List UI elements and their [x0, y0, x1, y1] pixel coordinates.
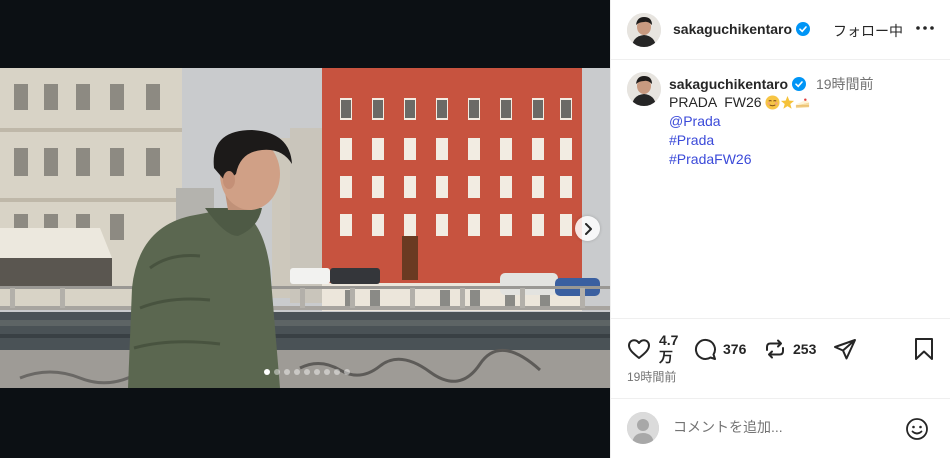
relieved-face-emoji-icon: [765, 95, 781, 110]
caption-text: PRADA FW26: [669, 94, 762, 110]
hashtag-link[interactable]: #Prada: [669, 131, 810, 150]
repost-count[interactable]: 253: [793, 341, 816, 357]
star-emoji-icon: [781, 95, 795, 109]
more-horizontal-icon[interactable]: [915, 18, 935, 38]
chevron-right-icon: [584, 222, 592, 235]
save-button[interactable]: [913, 337, 935, 361]
avatar-image: [627, 13, 661, 47]
avatar-image: [627, 72, 661, 106]
photo-image: [0, 68, 610, 388]
carousel-dot: [294, 369, 300, 375]
send-icon: [834, 339, 856, 360]
caption-username[interactable]: sakaguchikentaro: [669, 76, 788, 92]
post-actions: 4.7 万 376 253 19時間前: [611, 318, 950, 388]
post-photo[interactable]: [0, 68, 610, 388]
viewer-avatar: [627, 412, 659, 444]
mention-link[interactable]: @Prada: [669, 112, 810, 131]
post-side-panel: sakaguchikentaro フォロー中 sakaguchikentaro …: [610, 0, 950, 458]
carousel-dot: [264, 369, 270, 375]
repost-icon: [766, 339, 784, 359]
bookmark-icon: [915, 338, 933, 360]
carousel-dot: [304, 369, 310, 375]
heart-icon: [628, 339, 650, 359]
carousel-dot: [324, 369, 330, 375]
share-button[interactable]: [833, 337, 857, 361]
comment-count[interactable]: 376: [723, 341, 746, 357]
post-caption: sakaguchikentaro 19時間前 PRADA FW26 @Prada…: [611, 60, 950, 318]
carousel-dot: [274, 369, 280, 375]
like-button[interactable]: [627, 337, 651, 361]
author-username[interactable]: sakaguchikentaro: [673, 21, 811, 37]
repost-button[interactable]: 253: [763, 337, 816, 361]
carousel-indicator: [264, 369, 350, 375]
author-avatar[interactable]: [627, 13, 661, 47]
post-timestamp[interactable]: 19時間前: [627, 368, 676, 385]
comment-input[interactable]: [673, 419, 893, 435]
hashtag-link[interactable]: #PradaFW26: [669, 150, 810, 169]
carousel-dot: [314, 369, 320, 375]
caption-author-avatar[interactable]: [627, 72, 661, 106]
like-count[interactable]: 4.7 万: [659, 332, 681, 366]
post-header: sakaguchikentaro フォロー中: [611, 0, 950, 60]
carousel-dot: [284, 369, 290, 375]
following-button[interactable]: フォロー中: [833, 21, 903, 41]
post-media: [0, 0, 610, 458]
caption-header: sakaguchikentaro 19時間前: [669, 74, 874, 94]
comment-bubble-icon: [694, 338, 716, 360]
verified-badge-icon: [792, 77, 807, 91]
add-comment-bar: [611, 398, 950, 458]
caption-time[interactable]: 19時間前: [816, 76, 874, 92]
cake-slice-emoji-icon: [796, 98, 810, 109]
comment-button[interactable]: 376: [693, 337, 746, 361]
caption-body: PRADA FW26 @Prada #Prada #PradaFW26: [669, 93, 810, 169]
author-username-text[interactable]: sakaguchikentaro: [673, 21, 792, 37]
verified-badge-icon: [796, 22, 811, 36]
carousel-dot: [334, 369, 340, 375]
carousel-next-button[interactable]: [575, 216, 600, 241]
carousel-dot: [344, 369, 350, 375]
smiley-icon[interactable]: [905, 417, 929, 441]
caption-text-line: PRADA FW26: [669, 93, 810, 112]
default-avatar-icon: [627, 412, 659, 444]
